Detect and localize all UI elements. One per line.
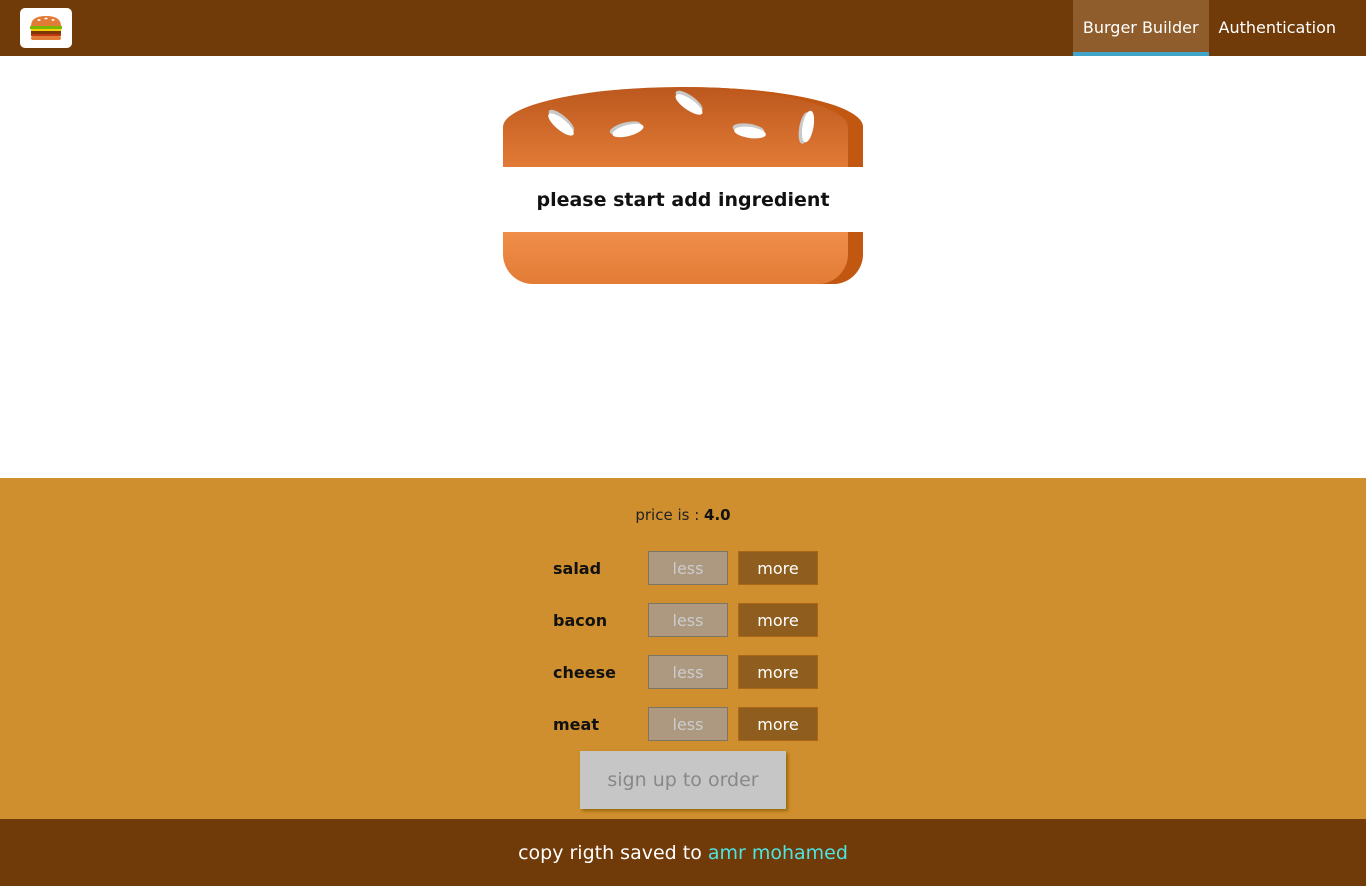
ingredient-control-bacon: bacon less more xyxy=(553,603,823,637)
burger-preview: please start add ingredient xyxy=(503,87,863,284)
more-cheese-button[interactable]: more xyxy=(738,655,818,689)
bread-bottom xyxy=(503,232,863,284)
more-salad-button[interactable]: more xyxy=(738,551,818,585)
bread-top xyxy=(503,87,863,167)
seed xyxy=(672,90,706,119)
ingredient-control-salad: salad less more xyxy=(553,551,823,585)
nav-burger-builder[interactable]: Burger Builder xyxy=(1072,0,1209,56)
less-meat-button[interactable]: less xyxy=(648,707,728,741)
build-controls: price is : 4.0 salad less more bacon les… xyxy=(0,478,1366,819)
ingredient-label: salad xyxy=(553,558,602,578)
main-nav: Burger Builder Authentication xyxy=(1072,0,1346,56)
seed xyxy=(545,110,577,139)
ingredient-control-meat: meat less more xyxy=(553,707,823,741)
footer-text: copy rigth saved to xyxy=(518,841,702,864)
nav-authentication[interactable]: Authentication xyxy=(1209,0,1346,56)
ingredient-label: meat xyxy=(553,714,599,734)
more-meat-button[interactable]: more xyxy=(738,707,818,741)
less-cheese-button[interactable]: less xyxy=(648,655,728,689)
price-value: 4.0 xyxy=(704,506,731,524)
seed xyxy=(799,109,817,144)
less-salad-button[interactable]: less xyxy=(648,551,728,585)
more-bacon-button[interactable]: more xyxy=(738,603,818,637)
seed xyxy=(611,121,645,140)
less-bacon-button[interactable]: less xyxy=(648,603,728,637)
logo[interactable] xyxy=(20,8,72,48)
price-display: price is : 4.0 xyxy=(0,506,1366,524)
seed xyxy=(733,124,767,141)
author-link[interactable]: amr mohamed xyxy=(708,842,848,864)
order-button[interactable]: sign up to order xyxy=(580,751,786,809)
ingredient-label: cheese xyxy=(553,662,616,682)
ingredient-control-cheese: cheese less more xyxy=(553,655,823,689)
toolbar: Burger Builder Authentication xyxy=(0,0,1366,56)
ingredient-label: bacon xyxy=(553,610,608,630)
price-label: price is : xyxy=(635,506,700,524)
empty-burger-message: please start add ingredient xyxy=(536,188,830,211)
burger-logo-icon xyxy=(30,16,62,40)
footer: copy rigth saved to amr mohamed xyxy=(0,819,1366,886)
